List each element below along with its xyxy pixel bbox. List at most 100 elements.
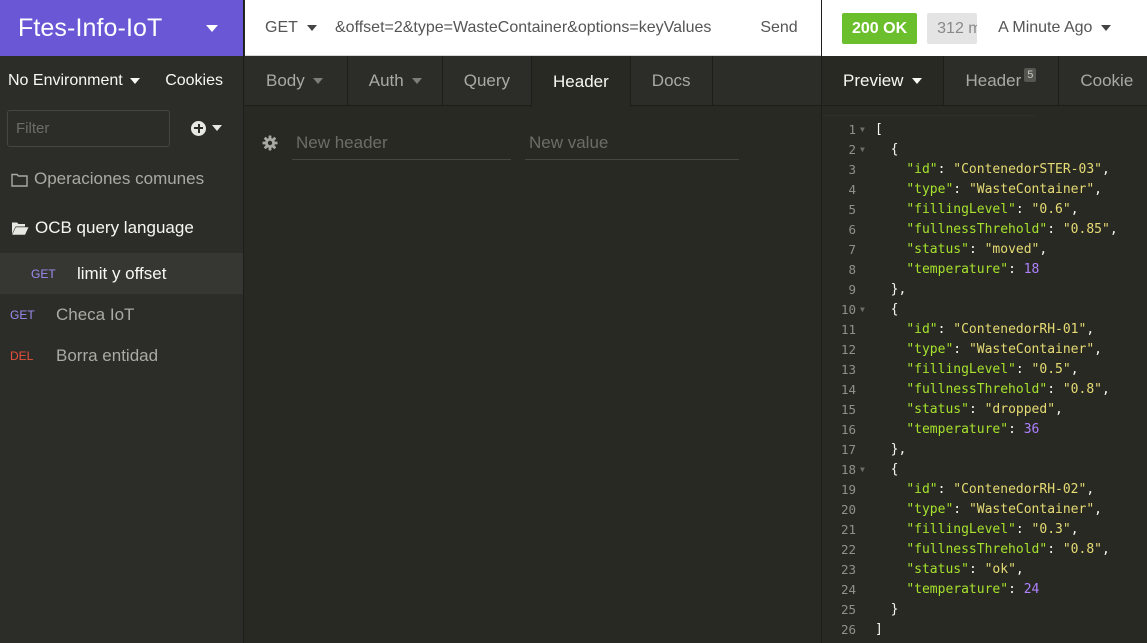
request-name: Borra entidad xyxy=(56,345,159,365)
workspace-dropdown[interactable]: Ftes-Info-IoT xyxy=(0,0,243,56)
tab-auth[interactable]: Auth xyxy=(348,56,443,106)
line-number: 19 xyxy=(840,482,856,497)
fold-arrow-icon[interactable]: ▼ xyxy=(856,300,875,320)
code-text: "fullnessThrehold": "0.85", xyxy=(875,220,1117,240)
json-key: "id" xyxy=(906,322,938,337)
new-header-input[interactable] xyxy=(292,126,511,160)
filter-input[interactable] xyxy=(7,109,170,147)
json-punctuation: : xyxy=(1015,522,1032,537)
json-punctuation: }, xyxy=(875,282,907,297)
code-text: } xyxy=(875,600,899,620)
timing-badge: 312 ms xyxy=(927,12,978,44)
code-line: 24 "temperature": 24 xyxy=(822,580,1147,600)
request-checa-iot[interactable]: GET Checa IoT xyxy=(0,294,243,335)
code-text: "temperature": 18 xyxy=(875,260,1039,280)
history-dropdown[interactable]: A Minute Ago xyxy=(998,19,1112,37)
fold-gutter xyxy=(856,160,875,180)
gear-icon[interactable] xyxy=(262,135,278,151)
json-string: "WasteContainer" xyxy=(968,502,1095,517)
json-string: "ContenedorRH-02" xyxy=(953,482,1087,497)
response-json-viewer[interactable]: 1 ▼[2 ▼ {3 "id": "ContenedorSTER-03", 4 "ty… xyxy=(822,116,1147,640)
json-punctuation: , xyxy=(1015,562,1024,577)
code-line: 5 "fillingLevel": "0.6", xyxy=(822,200,1147,220)
json-punctuation xyxy=(875,322,906,337)
code-text: { xyxy=(875,140,899,160)
url-input[interactable] xyxy=(335,12,737,43)
folder-label: Operaciones comunes xyxy=(34,169,205,188)
folder-operaciones-comunes[interactable]: Operaciones comunes xyxy=(0,155,243,203)
request-tabs: Body Auth Query Header Docs xyxy=(245,56,821,107)
json-punctuation xyxy=(875,242,906,257)
tab-query[interactable]: Query xyxy=(443,56,531,106)
json-key: "fillingLevel" xyxy=(906,522,1016,537)
tab-header[interactable]: Header xyxy=(531,56,631,107)
chevron-down-icon xyxy=(306,24,317,31)
json-key: "id" xyxy=(906,482,938,497)
code-line: 20 "type": "WasteContainer", xyxy=(822,500,1147,520)
code-text: [ xyxy=(875,120,883,140)
tab-label: Query xyxy=(463,71,511,90)
tab-response-header[interactable]: Header 5 xyxy=(944,56,1060,105)
tab-docs[interactable]: Docs xyxy=(631,56,713,106)
fold-gutter xyxy=(856,220,875,240)
folder-ocb-query-language[interactable]: OCB query language xyxy=(0,203,243,253)
line-number: 14 xyxy=(840,382,856,397)
json-number: 18 xyxy=(1023,262,1040,277)
method-dropdown[interactable]: GET xyxy=(245,19,335,37)
code-line: 11 "id": "ContenedorRH-01", xyxy=(822,320,1147,340)
json-string: "0.85" xyxy=(1062,222,1110,237)
json-punctuation xyxy=(875,342,906,357)
code-text: "fullnessThrehold": "0.8", xyxy=(875,380,1110,400)
fold-gutter xyxy=(856,240,875,260)
fold-gutter xyxy=(856,360,875,380)
json-punctuation: ] xyxy=(875,622,883,637)
code-line: 23 "status": "ok", xyxy=(822,560,1147,580)
fold-gutter xyxy=(856,500,875,520)
json-punctuation xyxy=(875,402,906,417)
tab-body[interactable]: Body xyxy=(245,56,348,106)
tab-cookie[interactable]: Cookie xyxy=(1059,56,1147,105)
workspace-title: Ftes-Info-IoT xyxy=(18,13,163,42)
request-borra-entidad[interactable]: DEL Borra entidad xyxy=(0,335,243,376)
fold-gutter xyxy=(856,380,875,400)
code-line: 22 "fullnessThrehold": "0.8", xyxy=(822,540,1147,560)
code-text: "fullnessThrehold": "0.8", xyxy=(875,540,1110,560)
line-number: 7 xyxy=(848,242,856,257)
json-punctuation: : xyxy=(1015,362,1032,377)
new-value-input[interactable] xyxy=(525,126,739,160)
fold-arrow-icon[interactable]: ▼ xyxy=(856,460,875,480)
json-punctuation: : xyxy=(937,482,954,497)
fold-arrow-icon[interactable]: ▼ xyxy=(856,120,875,140)
cookies-button[interactable]: Cookies xyxy=(165,72,223,90)
request-limit-y-offset[interactable]: GET limit y offset xyxy=(0,253,243,294)
json-string: "ok" xyxy=(984,562,1016,577)
json-string: "WasteContainer" xyxy=(968,182,1095,197)
json-key: "status" xyxy=(906,242,969,257)
code-text: "temperature": 36 xyxy=(875,420,1039,440)
line-number: 2 xyxy=(848,142,856,157)
code-text: "id": "ContenedorSTER-03", xyxy=(875,160,1110,180)
json-key: "temperature" xyxy=(906,422,1009,437)
line-number: 17 xyxy=(840,442,856,457)
code-text: "id": "ContenedorRH-01", xyxy=(875,320,1094,340)
tab-preview[interactable]: Preview xyxy=(822,56,945,105)
add-item-button[interactable] xyxy=(191,120,222,136)
json-punctuation: , xyxy=(1094,502,1102,517)
code-text: { xyxy=(875,300,899,320)
line-number: 9 xyxy=(848,282,856,297)
request-pane: GET Send Body Auth Query Header Docs xyxy=(245,0,821,643)
json-string: "moved" xyxy=(984,242,1040,257)
chevron-down-icon xyxy=(129,78,140,84)
code-line: 15 "status": "dropped", xyxy=(822,400,1147,420)
json-key: "status" xyxy=(906,402,969,417)
json-punctuation xyxy=(875,422,906,437)
environment-dropdown[interactable]: No Environment xyxy=(8,72,140,90)
code-line: 16 "temperature": 36 xyxy=(822,420,1147,440)
folder-open-icon xyxy=(12,222,29,235)
chevron-down-icon xyxy=(312,78,323,84)
send-button[interactable]: Send xyxy=(737,0,821,56)
json-punctuation xyxy=(875,362,906,377)
status-badge: 200 OK xyxy=(842,12,918,44)
json-number: 24 xyxy=(1023,582,1040,597)
fold-arrow-icon[interactable]: ▼ xyxy=(856,140,875,160)
